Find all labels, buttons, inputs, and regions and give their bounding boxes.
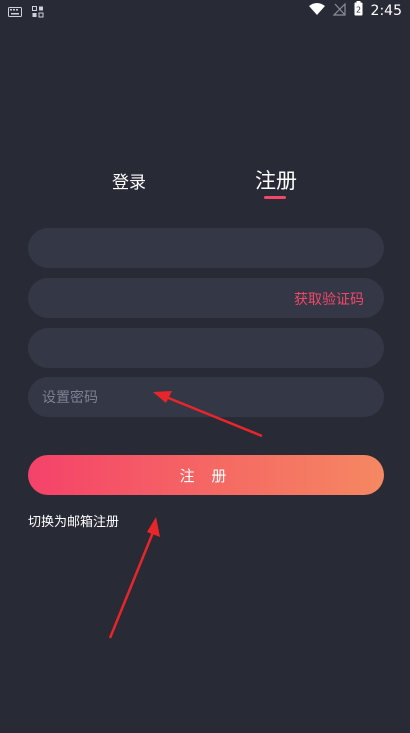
register-button[interactable]: 注 册 (28, 455, 384, 495)
verification-code-field[interactable]: 获取验证码 (28, 278, 384, 320)
tab-login[interactable]: 登录 (112, 168, 146, 193)
verification-code-input[interactable] (40, 278, 294, 320)
wifi-icon (308, 1, 325, 20)
battery-icon: 2 (354, 1, 363, 20)
username-field[interactable] (28, 328, 384, 370)
arrow-to-switch-email (108, 517, 160, 639)
get-code-button[interactable]: 获取验证码 (294, 289, 364, 309)
clock: 2:45 (370, 2, 402, 19)
phone-field[interactable] (28, 228, 384, 270)
status-bar: 2 2:45 (0, 0, 410, 20)
active-tab-indicator (264, 196, 286, 199)
password-input[interactable] (40, 377, 294, 419)
svg-text:2: 2 (356, 6, 361, 15)
tab-register[interactable]: 注册 (255, 165, 297, 195)
notification-icon (32, 3, 44, 22)
switch-email-link[interactable]: 切换为邮箱注册 (28, 511, 119, 530)
phone-input[interactable] (40, 228, 294, 270)
keyboard-icon (8, 3, 22, 22)
username-input[interactable] (40, 328, 294, 370)
password-field[interactable] (28, 377, 384, 419)
tab-bar: 登录 注册 (0, 165, 410, 205)
no-signal-icon (332, 1, 346, 20)
